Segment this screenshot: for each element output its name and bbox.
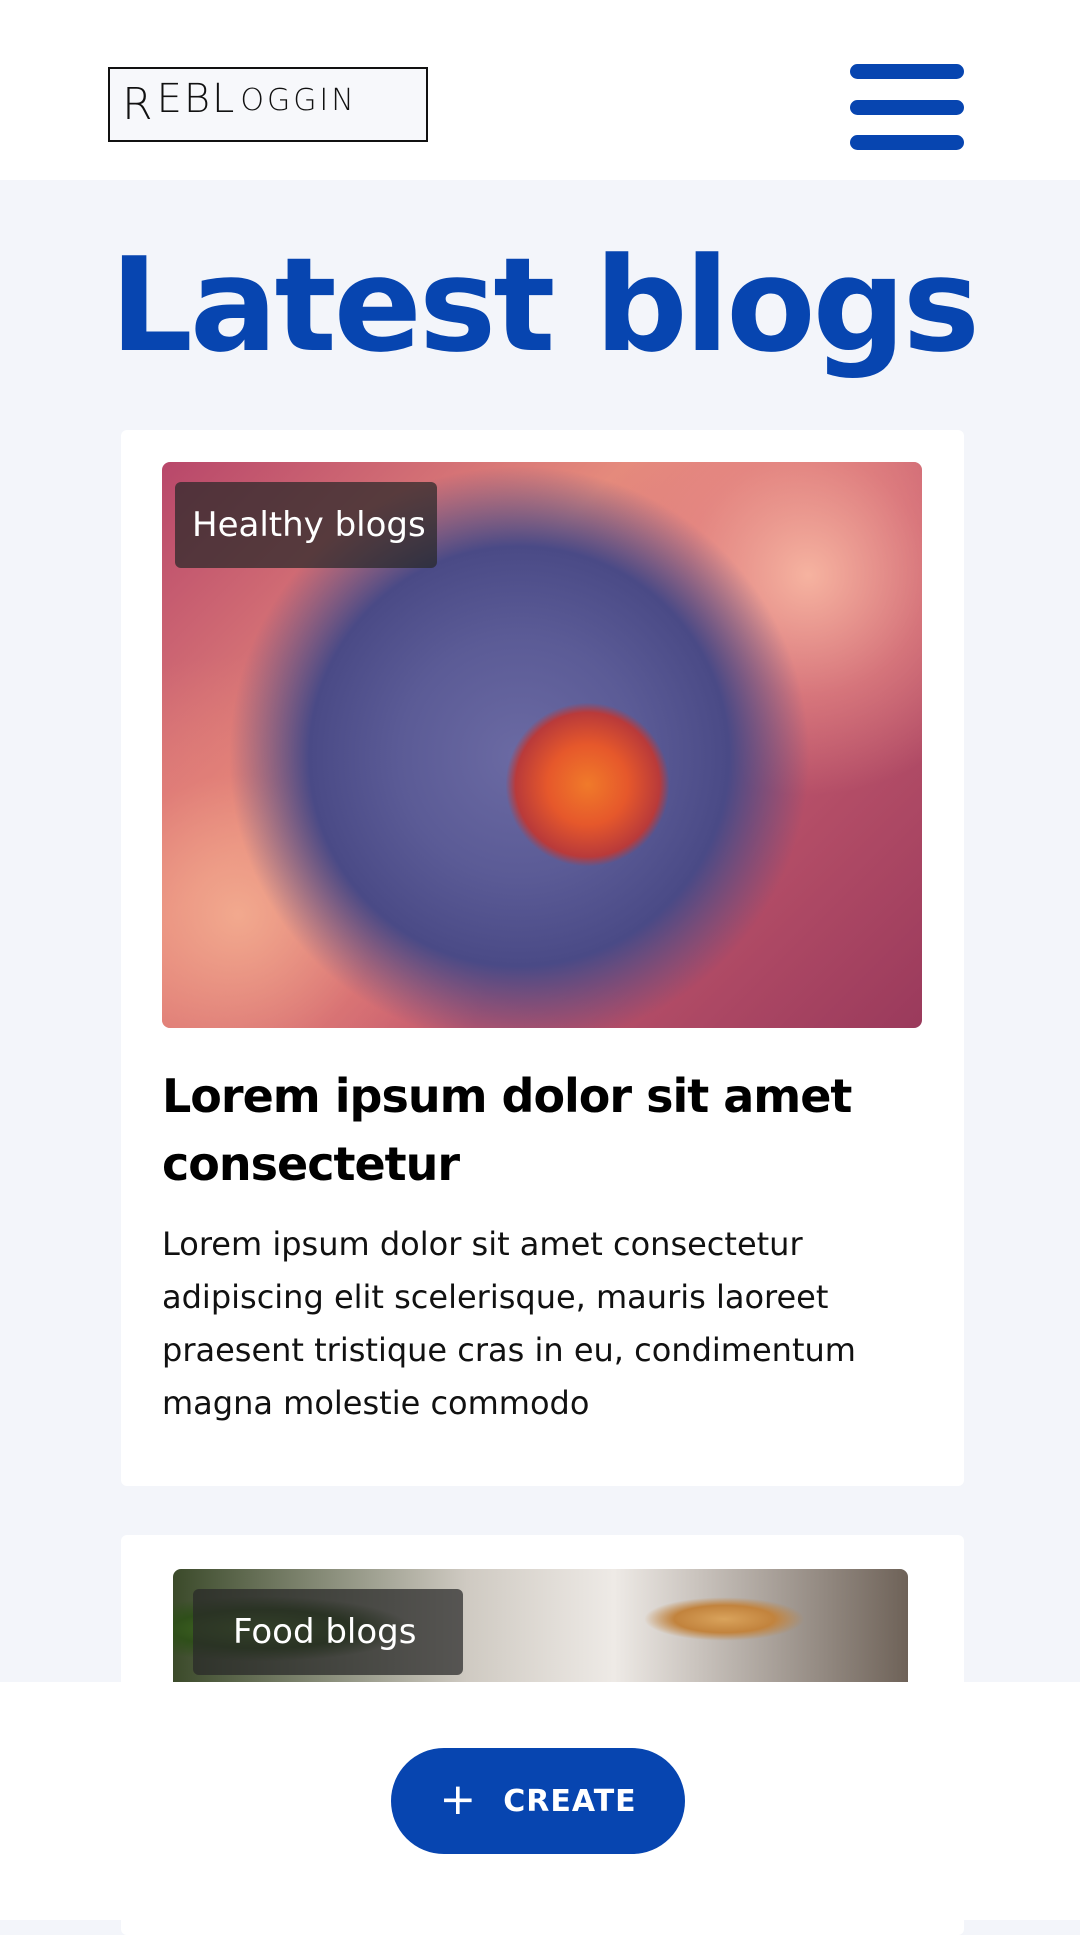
create-button[interactable]: + CREATE [391,1748,685,1854]
app-header: R EBL OGGIN [0,0,1080,180]
create-button-label: CREATE [503,1783,637,1819]
blog-card-excerpt: Lorem ipsum dolor sit amet consectetur a… [162,1225,856,1422]
menu-bar [850,99,964,115]
category-tag[interactable]: Healthy blogs [175,482,437,568]
page-title: Latest blogs [110,229,980,381]
plus-icon: + [439,1774,478,1825]
logo[interactable]: R EBL OGGIN [108,67,428,142]
category-tag[interactable]: Food blogs [193,1589,463,1675]
blog-card[interactable]: Healthy blogs Lorem ipsum dolor sit amet… [121,430,964,1486]
hamburger-menu-icon[interactable] [846,64,966,150]
bottom-action-bar: + CREATE [0,1682,1080,1920]
logo-letters-ebl: EBL [156,75,237,122]
blog-card-title[interactable]: Lorem ipsum dolor sit amet consectetur [162,1062,882,1198]
logo-letter-r: R [122,79,155,130]
blog-card-image[interactable]: Healthy blogs [162,462,922,1028]
logo-letters-oggin: OGGIN [240,83,357,118]
menu-bar [850,64,964,79]
menu-bar [850,135,964,150]
